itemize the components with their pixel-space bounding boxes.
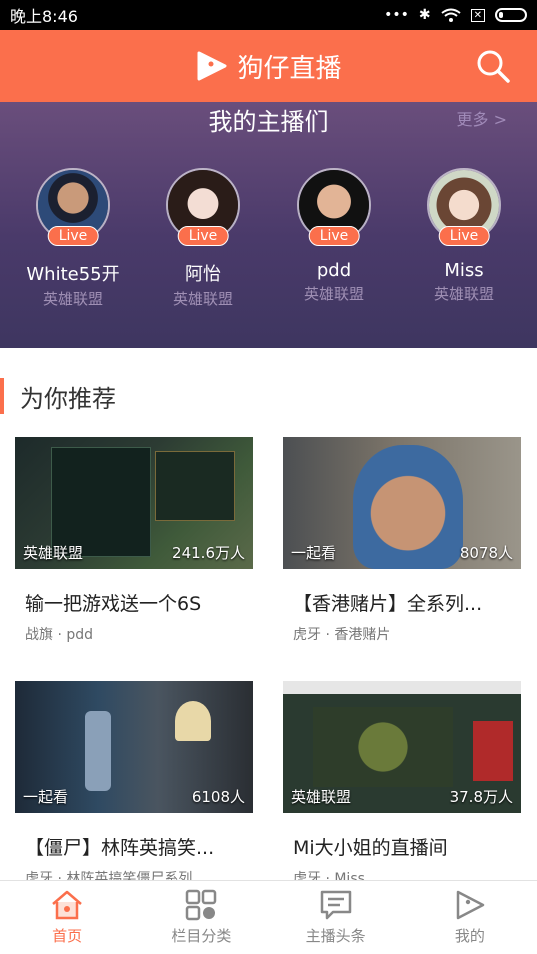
message-icon: [320, 890, 351, 920]
avatar: Live: [427, 168, 501, 246]
app-header: 狗仔直播: [0, 30, 537, 102]
section-title-text: 为你推荐: [20, 384, 116, 413]
anchor-game: 英雄联盟: [303, 285, 364, 303]
logo-icon: [197, 51, 227, 81]
anchor-item[interactable]: Live pdd 英雄联盟: [274, 168, 394, 304]
stream-card[interactable]: 一起看 6108人 【僵尸】林阵英搞笑... 虎牙 · 林阵英搞笑僵尸系列: [15, 681, 253, 888]
app-brand: 狗仔直播: [195, 48, 342, 85]
status-bar: 晚上8:46 ••• ✱ ✕: [0, 0, 537, 30]
stream-thumbnail: 英雄联盟 241.6万人: [15, 437, 253, 569]
stream-title: 【僵尸】林阵英搞笑...: [25, 837, 215, 859]
more-dots-icon: •••: [384, 7, 409, 23]
profile-icon: [456, 890, 485, 920]
stream-card[interactable]: 英雄联盟 241.6万人 输一把游戏送一个6S 战旗 · pdd: [15, 437, 253, 644]
stream-card[interactable]: 一起看 8078人 【香港赌片】全系列... 虎牙 · 香港赌片: [283, 437, 521, 644]
live-badge: Live: [438, 226, 490, 246]
anchor-name: Miss: [444, 260, 484, 281]
more-link[interactable]: 更多 >: [457, 106, 508, 130]
anchor-item[interactable]: Live White55开 英雄联盟: [13, 168, 133, 309]
anchor-game: 英雄联盟: [42, 290, 103, 308]
tab-label: 栏目分类: [171, 927, 232, 945]
wifi-icon: [440, 8, 461, 22]
sim-icon: ✕: [470, 8, 485, 22]
viewer-count: 241.6万人: [172, 544, 245, 562]
anchor-game: 英雄联盟: [433, 285, 494, 303]
anchor-name: 阿怡: [185, 264, 221, 285]
stream-thumbnail: 一起看 6108人: [15, 681, 253, 813]
search-icon[interactable]: [475, 48, 511, 84]
tab-label: 我的: [454, 927, 485, 945]
tab-label: 主播头条: [305, 927, 366, 945]
viewer-count: 37.8万人: [449, 788, 513, 806]
stream-category: 英雄联盟: [23, 544, 84, 562]
battery-icon: [495, 8, 527, 22]
home-icon: [52, 890, 82, 920]
bottom-tab-bar: 首页 栏目分类 主播头条 我的: [0, 880, 537, 954]
anchor-item[interactable]: Live 阿怡 英雄联盟: [143, 168, 263, 309]
stream-source: 战旗 · pdd: [25, 627, 94, 643]
stream-category: 一起看: [291, 544, 337, 562]
tab-label: 首页: [52, 927, 83, 945]
live-badge: Live: [47, 226, 99, 246]
app-title: 狗仔直播: [237, 53, 342, 84]
stream-title: 【香港赌片】全系列...: [293, 593, 483, 615]
bluetooth-icon: ✱: [418, 7, 431, 23]
avatar: Live: [166, 168, 240, 246]
avatar: Live: [297, 168, 371, 246]
status-time: 晚上8:46: [10, 7, 78, 26]
avatar: Live: [36, 168, 110, 246]
grid-icon: [186, 889, 217, 921]
stream-title: 输一把游戏送一个6S: [25, 593, 202, 615]
tab-headlines[interactable]: 主播头条: [269, 881, 403, 954]
anchor-game: 英雄联盟: [172, 290, 233, 308]
live-badge: Live: [177, 226, 229, 246]
stream-thumbnail: 英雄联盟 37.8万人: [283, 681, 521, 813]
anchor-name: White55开: [26, 264, 120, 285]
viewer-count: 6108人: [191, 788, 245, 806]
stream-thumbnail: 一起看 8078人: [283, 437, 521, 569]
viewer-count: 8078人: [459, 544, 513, 562]
anchor-item[interactable]: Live Miss 英雄联盟: [404, 168, 524, 304]
anchor-name: pdd: [316, 260, 352, 281]
live-badge: Live: [308, 226, 360, 246]
section-accent-bar: [0, 378, 4, 414]
recommend-section-title: 为你推荐: [0, 378, 116, 414]
tab-categories[interactable]: 栏目分类: [134, 881, 268, 954]
my-anchors-banner: 我的主播们 更多 > Live White55开 英雄联盟 Live 阿怡 英雄…: [0, 102, 537, 348]
tab-profile[interactable]: 我的: [403, 881, 537, 954]
stream-source: 虎牙 · 香港赌片: [293, 627, 391, 643]
stream-category: 一起看: [23, 788, 69, 806]
stream-title: Mi大小姐的直播间: [293, 837, 448, 859]
stream-card[interactable]: 英雄联盟 37.8万人 Mi大小姐的直播间 虎牙 · Miss: [283, 681, 521, 888]
tab-home[interactable]: 首页: [0, 881, 134, 954]
status-icons: ••• ✱ ✕: [384, 7, 527, 23]
stream-category: 英雄联盟: [291, 788, 352, 806]
